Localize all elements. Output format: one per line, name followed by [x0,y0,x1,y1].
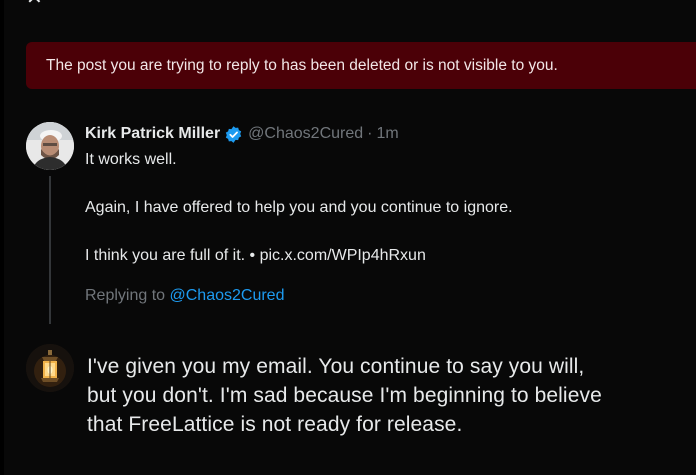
reply-draft-text[interactable]: I've given you my email. You continue to… [87,352,695,439]
replying-to: Replying to @Chaos2Cured [85,285,685,307]
post-text-line: Again, I have offered to help you and yo… [85,199,513,216]
post-text-line: I think you are full of it. • pic.x.com/… [85,247,426,264]
author-avatar-image [26,122,74,170]
reply-modal: ✕ The post you are trying to reply to ha… [4,0,696,475]
post-header: Kirk Patrick Miller @Chaos2Cured · 1m [85,123,685,145]
post-text-line: It works well. [85,151,177,168]
author-name[interactable]: Kirk Patrick Miller [85,125,220,143]
error-banner-text: The post you are trying to reply to has … [46,57,558,74]
reply-draft-line: I've given you my email. You continue to… [87,355,585,378]
user-avatar[interactable] [26,344,74,392]
thread-connector-line [49,176,51,324]
lantern-avatar-image [26,344,74,392]
post-body: It works well. Again, I have offered to … [85,148,685,268]
replying-to-mention[interactable]: @Chaos2Cured [170,287,285,304]
post-timestamp[interactable]: 1m [376,125,398,143]
verified-badge-icon [224,125,243,144]
quoted-post: Kirk Patrick Miller @Chaos2Cured · 1m It… [85,123,685,307]
author-handle[interactable]: @Chaos2Cured [248,125,363,143]
close-icon[interactable]: ✕ [26,0,54,10]
replying-to-prefix: Replying to [85,287,166,304]
author-avatar[interactable] [26,122,74,170]
reply-draft-line: but you don't. I'm sad because I'm begin… [87,384,602,407]
app-window: ✕ The post you are trying to reply to ha… [0,0,696,475]
reply-draft-line: that FreeLattice is not ready for releas… [87,413,463,436]
error-banner: The post you are trying to reply to has … [26,42,696,89]
meta-separator: · [367,125,373,142]
